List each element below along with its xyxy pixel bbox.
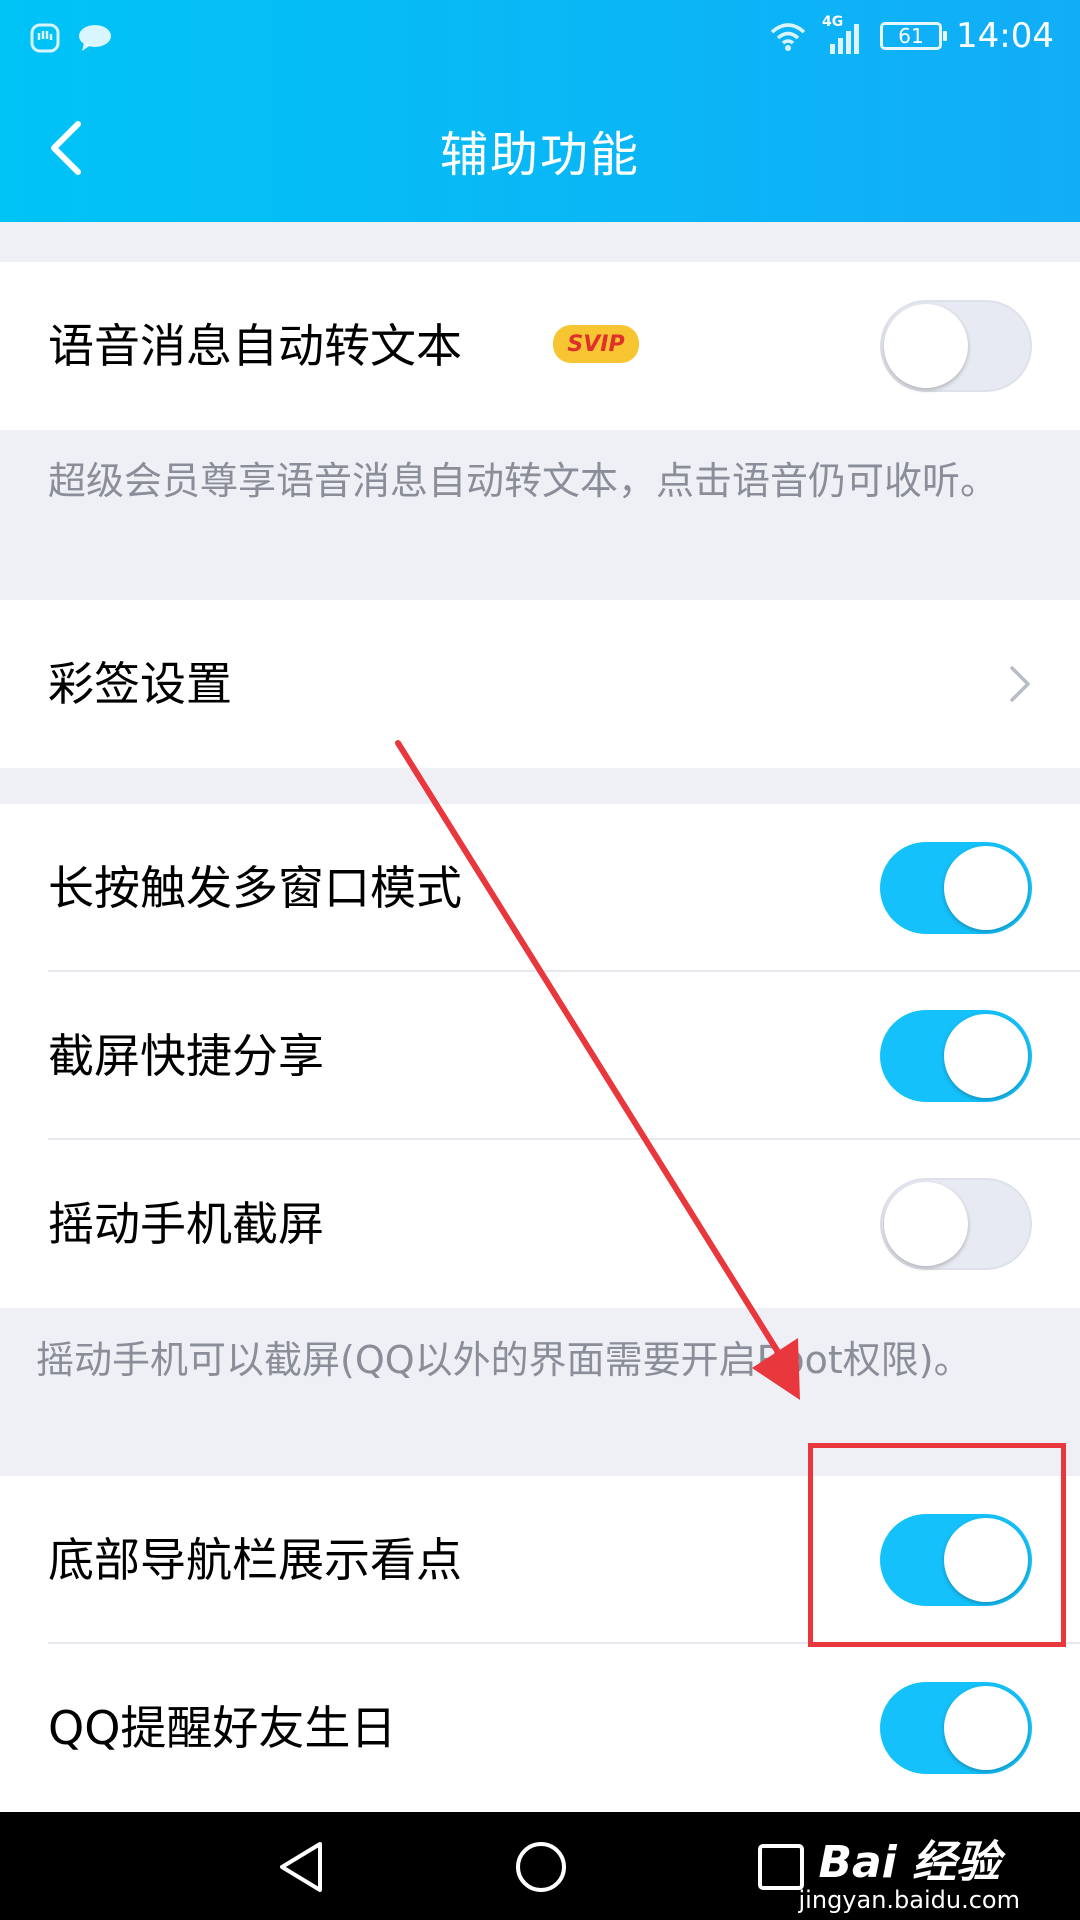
setting-label-long-press-multi-window: 长按触发多窗口模式: [48, 861, 462, 915]
battery-level: 61: [898, 24, 924, 48]
shake-screenshot-description: 摇动手机可以截屏(QQ以外的界面需要开启Root权限)。: [36, 1338, 972, 1382]
toggle-knob: [944, 1686, 1028, 1770]
back-triangle-icon[interactable]: [276, 1840, 326, 1894]
toggle-birthday-reminder[interactable]: [880, 1682, 1032, 1774]
toggle-screenshot-share[interactable]: [880, 1010, 1032, 1102]
setting-label-screenshot-share: 截屏快捷分享: [48, 1029, 324, 1083]
watermark-url: jingyan.baidu.com: [798, 1886, 1020, 1914]
setting-row-screenshot-share: 截屏快捷分享: [0, 972, 1080, 1140]
wifi-icon: [770, 23, 806, 51]
home-circle-icon[interactable]: [514, 1840, 568, 1894]
baidu-watermark: Bai 经验 jingyan.baidu.com: [799, 1826, 1020, 1914]
watermark-logo: Bai 经验: [818, 1837, 1001, 1888]
toggle-knob: [944, 846, 1028, 930]
signal-icon: 4G: [822, 14, 866, 56]
toggle-knob: [944, 1014, 1028, 1098]
status-left: [28, 18, 114, 58]
chevron-right-icon: [1010, 666, 1030, 702]
setting-row-shake-screenshot: 摇动手机截屏: [0, 1140, 1080, 1308]
setting-label-color-sign: 彩签设置: [48, 657, 232, 711]
toggle-long-press-multi-window[interactable]: [880, 842, 1032, 934]
voice-to-text-description: 超级会员尊享语音消息自动转文本，点击语音仍可收听。: [48, 459, 999, 503]
header-bar: 4G 61 14:04 辅助功能: [0, 0, 1080, 222]
battery-icon: 61: [880, 22, 948, 50]
status-right: 4G 61 14:04: [768, 14, 1054, 58]
setting-label-bottom-nav-kandian: 底部导航栏展示看点: [48, 1533, 462, 1587]
setting-row-birthday-reminder: QQ提醒好友生日: [0, 1644, 1080, 1812]
toggle-voice-to-text[interactable]: [880, 300, 1032, 392]
setting-row-color-sign[interactable]: 彩签设置: [0, 600, 1080, 768]
toggle-knob: [884, 304, 968, 388]
setting-label-birthday-reminder: QQ提醒好友生日: [48, 1701, 397, 1755]
notification-icon: [30, 23, 60, 53]
toggle-knob: [884, 1182, 968, 1266]
status-time: 14:04: [956, 16, 1054, 56]
setting-row-voice-to-text: 语音消息自动转文本 SVIP: [0, 262, 1080, 430]
page-title: 辅助功能: [439, 127, 640, 183]
annotation-highlight-box: [808, 1443, 1066, 1647]
setting-label-shake-screenshot: 摇动手机截屏: [48, 1197, 324, 1251]
svip-badge: SVIP: [553, 325, 639, 363]
chat-bubble-icon: [79, 25, 111, 51]
setting-label-voice-to-text: 语音消息自动转文本: [48, 319, 462, 373]
toggle-shake-screenshot[interactable]: [880, 1178, 1032, 1270]
setting-row-long-press-multi-window: 长按触发多窗口模式: [0, 804, 1080, 972]
